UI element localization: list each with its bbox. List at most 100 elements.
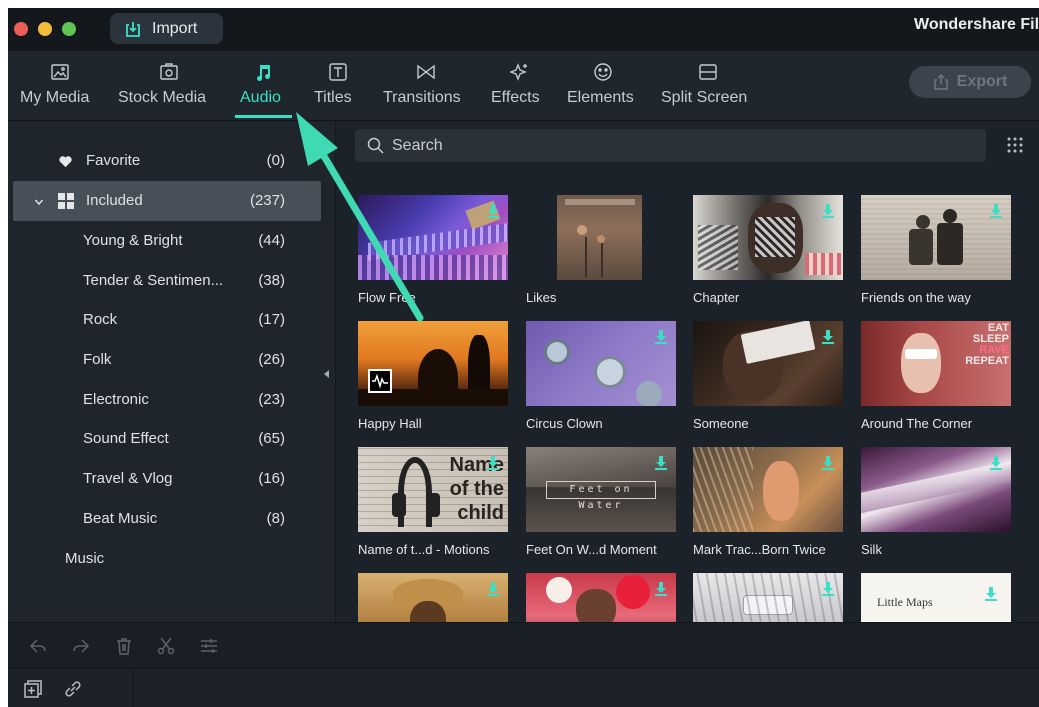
audio-item-title: Feet On W...d Moment [526, 542, 657, 557]
thumbnail [358, 573, 508, 622]
tab-elements[interactable]: Elements [563, 51, 648, 121]
download-icon[interactable] [822, 582, 834, 596]
add-track-icon[interactable] [23, 679, 43, 699]
search-placeholder: Search [392, 136, 443, 154]
thumbnail [693, 573, 843, 622]
grid-folder-icon [58, 193, 74, 209]
export-label: Export [956, 73, 1008, 90]
cut-icon[interactable] [156, 636, 176, 656]
category-tender-sentimental[interactable]: Tender & Sentimen... (38) [8, 261, 335, 301]
redo-icon[interactable] [71, 636, 91, 656]
tab-titles[interactable]: Titles [308, 51, 368, 121]
search-input[interactable]: Search [355, 129, 986, 162]
thumbnail [861, 195, 1011, 280]
download-icon[interactable] [655, 582, 667, 596]
titles-icon [329, 63, 347, 81]
category-label: Electronic [83, 391, 149, 408]
category-count: (38) [258, 272, 285, 289]
audio-item-title: Mark Trac...Born Twice [693, 542, 826, 557]
export-button[interactable]: Export [909, 66, 1031, 98]
import-button[interactable]: Import [110, 13, 223, 44]
adjust-icon[interactable] [199, 636, 219, 656]
tab-titles-label: Titles [314, 89, 352, 106]
thumbnail: EAT SLEEP RAVE REPEAT [861, 321, 1011, 406]
category-label: Travel & Vlog [83, 470, 173, 487]
stock-media-icon [160, 63, 178, 80]
download-icon[interactable] [822, 204, 834, 218]
thumbnail [693, 321, 843, 406]
image-icon [51, 64, 69, 80]
tab-stock-media[interactable]: Stock Media [113, 51, 228, 121]
close-window-button[interactable] [14, 22, 28, 36]
timeline-toolbar [8, 622, 1039, 668]
thumb-text: REPEAT [965, 355, 1009, 367]
category-sound-effect[interactable]: Sound Effect (65) [8, 419, 335, 459]
tab-effects[interactable]: Effects [488, 51, 553, 121]
category-label: Rock [83, 311, 118, 328]
import-icon [126, 21, 140, 37]
main-toolbar: My Media Stock Media Audio Titles Transi… [8, 51, 1039, 121]
category-count: (17) [258, 311, 285, 328]
download-icon[interactable] [655, 456, 667, 470]
minimize-window-button[interactable] [38, 22, 52, 36]
thumbnail [861, 447, 1011, 532]
download-icon[interactable] [487, 456, 499, 470]
category-favorite-count: (0) [266, 152, 285, 169]
thumbnail [526, 573, 676, 622]
download-icon[interactable] [487, 582, 499, 596]
audio-item-title: Friends on the way [861, 290, 971, 305]
active-tab-underline [235, 115, 292, 118]
chevron-down-icon[interactable] [34, 197, 44, 207]
category-favorite[interactable]: Favorite (0) [8, 141, 335, 181]
tab-my-media[interactable]: My Media [13, 51, 108, 121]
audio-item-title: Circus Clown [526, 416, 603, 431]
download-icon[interactable] [985, 587, 997, 601]
undo-icon[interactable] [28, 636, 48, 656]
category-count: (44) [258, 232, 285, 249]
category-music[interactable]: Music [8, 539, 335, 579]
category-electronic[interactable]: Electronic (23) [8, 380, 335, 420]
tab-effects-label: Effects [491, 89, 540, 106]
category-included[interactable]: Included (237) [8, 181, 335, 221]
download-icon[interactable] [822, 330, 834, 344]
thumbnail: Little Maps [861, 573, 1011, 622]
effects-icon [510, 63, 527, 81]
category-travel-vlog[interactable]: Travel & Vlog (16) [8, 459, 335, 499]
grid-view-icon[interactable] [1005, 135, 1025, 155]
category-label: Tender & Sentimen... [83, 272, 224, 289]
tab-stock-media-label: Stock Media [118, 89, 207, 106]
tab-audio[interactable]: Audio [233, 51, 293, 121]
category-rock[interactable]: Rock (17) [8, 300, 335, 340]
category-included-count: (237) [249, 192, 285, 209]
download-icon[interactable] [487, 204, 499, 218]
category-count: (65) [258, 430, 285, 447]
title-bar: Import Wondershare Filmora [8, 8, 1039, 51]
app-window: Import Wondershare Filmora My Media Stoc… [8, 8, 1039, 707]
download-icon[interactable] [822, 456, 834, 470]
download-icon[interactable] [990, 456, 1002, 470]
category-included-label: Included [86, 192, 143, 209]
track-header-divider [133, 669, 134, 707]
category-count: (8) [266, 510, 285, 527]
split-screen-icon [699, 64, 717, 80]
tab-transitions[interactable]: Transitions [378, 51, 478, 121]
category-label: Folk [83, 351, 112, 368]
delete-icon[interactable] [114, 636, 134, 656]
link-icon[interactable] [63, 679, 83, 699]
category-beat-music[interactable]: Beat Music (8) [8, 499, 335, 539]
audio-item-title: Chapter [693, 290, 740, 305]
audio-grid: Flow Free Likes Chapter Friends on the w… [336, 178, 1039, 622]
category-folk[interactable]: Folk (26) [8, 340, 335, 380]
category-count: (23) [258, 391, 285, 408]
tab-split-screen[interactable]: Split Screen [658, 51, 763, 121]
collapse-panel-arrow-icon[interactable] [324, 370, 329, 378]
maximize-window-button[interactable] [62, 22, 76, 36]
category-young-bright[interactable]: Young & Bright (44) [8, 221, 335, 261]
tab-audio-label: Audio [240, 89, 281, 106]
category-count: (16) [258, 470, 285, 487]
download-icon[interactable] [990, 204, 1002, 218]
category-label: Sound Effect [83, 430, 169, 447]
transitions-icon [417, 64, 435, 80]
download-icon[interactable] [655, 330, 667, 344]
category-music-label: Music [65, 550, 105, 567]
